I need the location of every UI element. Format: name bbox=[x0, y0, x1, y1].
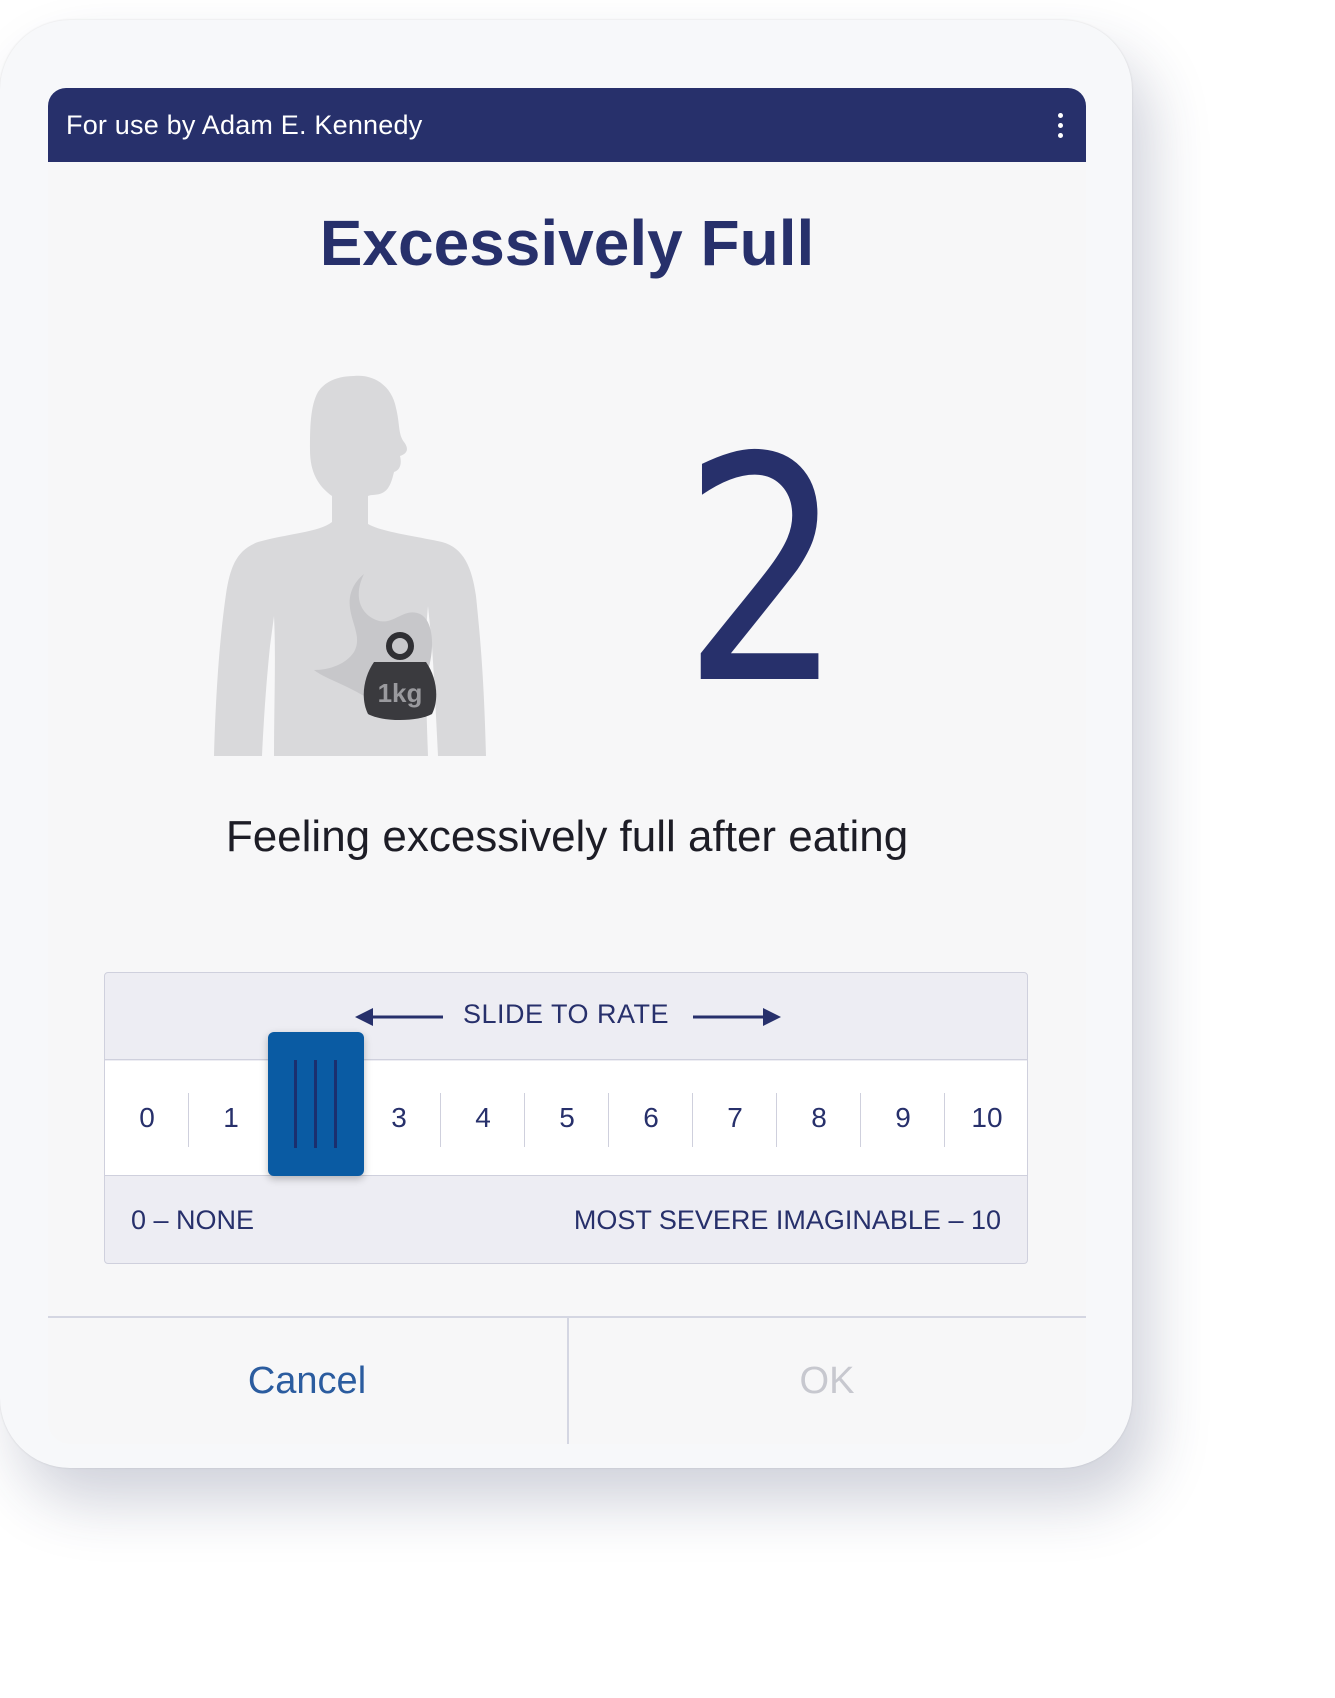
arrow-right-icon bbox=[693, 1008, 781, 1026]
rating-slider[interactable]: SLIDE TO RATE 0 1 2 3 4 5 6 bbox=[104, 972, 1028, 1264]
grip-line bbox=[294, 1060, 297, 1148]
rating-scale[interactable]: 0 1 2 3 4 5 6 7 8 9 10 bbox=[105, 1061, 1027, 1176]
scale-value-7[interactable]: 7 bbox=[693, 1061, 777, 1175]
more-vertical-icon[interactable] bbox=[1056, 113, 1064, 141]
body-illustration: 1kg bbox=[214, 346, 524, 756]
app-header: For use by Adam E. Kennedy bbox=[48, 88, 1086, 162]
scale-value-10[interactable]: 10 bbox=[945, 1061, 1029, 1175]
grip-line bbox=[334, 1060, 337, 1148]
body-silhouette bbox=[214, 375, 486, 756]
scale-value-4[interactable]: 4 bbox=[441, 1061, 525, 1175]
scale-value-0[interactable]: 0 bbox=[105, 1061, 189, 1175]
scale-value-1[interactable]: 1 bbox=[189, 1061, 273, 1175]
weight-label: 1kg bbox=[378, 678, 423, 708]
symptom-title: Excessively Full bbox=[319, 207, 815, 279]
slider-thumb[interactable] bbox=[268, 1032, 364, 1176]
ok-button[interactable]: OK bbox=[568, 1318, 1086, 1442]
symptom-description: Feeling excessively full after eating bbox=[225, 812, 909, 861]
scale-value-6[interactable]: 6 bbox=[609, 1061, 693, 1175]
scale-anchor-labels: 0 – NONE MOST SEVERE IMAGINABLE – 10 bbox=[105, 1177, 1027, 1263]
slider-instruction-bar: SLIDE TO RATE bbox=[105, 973, 1027, 1060]
scale-value-9[interactable]: 9 bbox=[861, 1061, 945, 1175]
scale-min-label: 0 – NONE bbox=[131, 1205, 255, 1235]
slider-instruction: SLIDE TO RATE bbox=[462, 999, 670, 1029]
rating-screen: For use by Adam E. Kennedy Excessively F… bbox=[48, 88, 1086, 1444]
header-title: For use by Adam E. Kennedy bbox=[66, 110, 423, 140]
scale-value-8[interactable]: 8 bbox=[777, 1061, 861, 1175]
cancel-button[interactable]: Cancel bbox=[48, 1318, 566, 1442]
tablet-frame: For use by Adam E. Kennedy Excessively F… bbox=[0, 20, 1132, 1468]
selected-rating-value: 2 bbox=[682, 392, 844, 753]
scale-value-5[interactable]: 5 bbox=[525, 1061, 609, 1175]
scale-max-label: MOST SEVERE IMAGINABLE – 10 bbox=[573, 1205, 1001, 1235]
scale-value-3[interactable]: 3 bbox=[357, 1061, 441, 1175]
grip-line bbox=[314, 1060, 317, 1148]
